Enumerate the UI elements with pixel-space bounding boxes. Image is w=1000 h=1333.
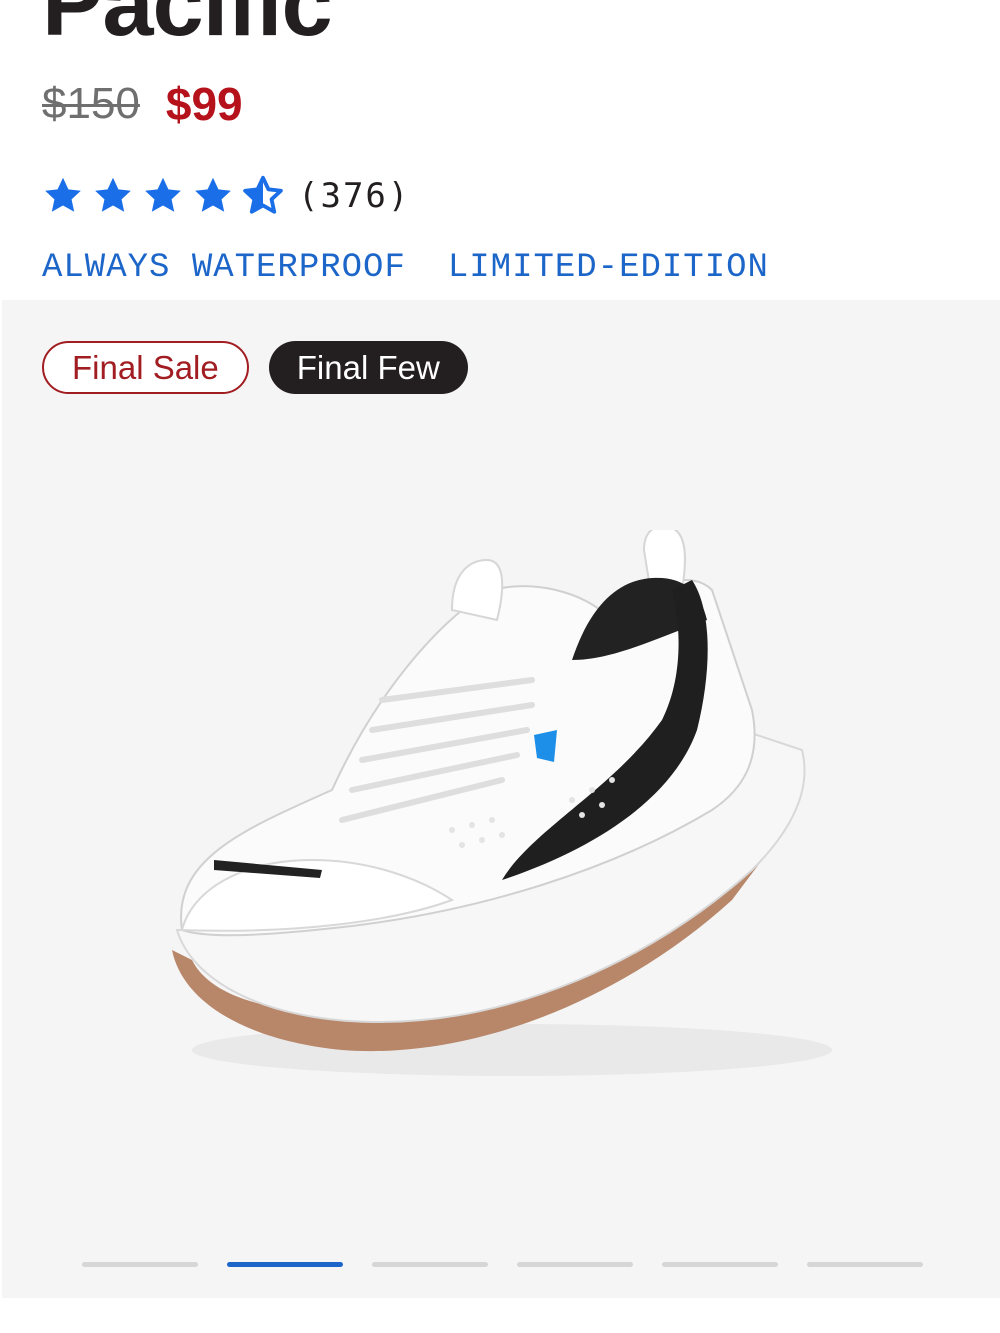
star-full-icon: [195, 177, 231, 212]
star-full-icon: [95, 177, 131, 212]
star-half-icon: [243, 175, 283, 214]
carousel-dot-4[interactable]: [517, 1262, 633, 1267]
final-few-badge: Final Few: [268, 341, 468, 394]
tag-waterproof[interactable]: ALWAYS WATERPROOF: [42, 249, 406, 287]
carousel-dot-3[interactable]: [372, 1262, 488, 1267]
sneaker-product-image[interactable]: [152, 530, 852, 1090]
rating-row[interactable]: (376): [42, 172, 410, 220]
carousel-dot-1[interactable]: [82, 1262, 198, 1267]
final-sale-badge: Final Sale: [42, 341, 249, 394]
product-image-gallery[interactable]: Final Sale Final Few: [2, 300, 1000, 1298]
star-full-icon: [145, 177, 181, 212]
sale-price: $99: [165, 78, 243, 130]
price-row: $150 $99: [42, 78, 243, 130]
carousel-dot-5[interactable]: [662, 1262, 778, 1267]
product-tags: ALWAYS WATERPROOF LIMITED-EDITION: [42, 246, 769, 290]
tag-limited-edition[interactable]: LIMITED-EDITION: [448, 249, 769, 287]
star-rating[interactable]: [42, 175, 284, 217]
carousel-dot-6[interactable]: [807, 1262, 923, 1267]
star-full-icon: [45, 177, 81, 212]
product-page: Pacific $150 $99 (376) ALWAYS WATERPROOF…: [0, 0, 1000, 1333]
original-price: $150: [42, 79, 140, 128]
badge-group: Final Sale Final Few: [42, 341, 468, 394]
carousel-dot-2-active[interactable]: [227, 1262, 343, 1267]
product-title: Pacific: [42, 0, 333, 55]
review-count[interactable]: (376): [298, 176, 410, 216]
carousel-indicators: [82, 1262, 923, 1267]
